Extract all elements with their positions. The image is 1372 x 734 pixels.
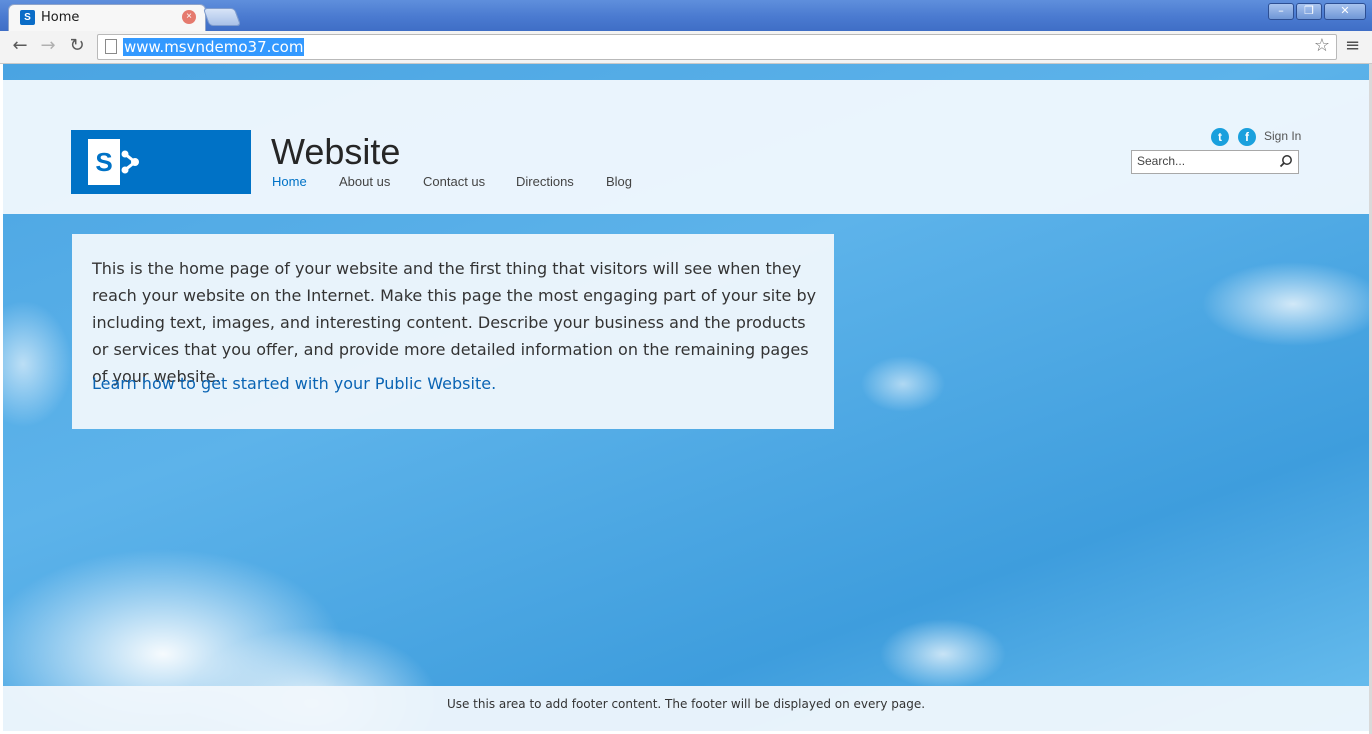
search-input[interactable] [1132,151,1277,171]
nav-blog[interactable]: Blog [606,174,632,189]
twitter-icon[interactable]: t [1211,128,1229,146]
sign-in-link[interactable]: Sign In [1264,129,1301,143]
address-bar[interactable]: www.msvndemo37.com ☆ [97,34,1337,60]
nav-contact-us[interactable]: Contact us [423,174,485,189]
back-button[interactable]: ← [9,35,31,57]
welcome-panel: This is the home page of your website an… [72,234,834,429]
sharepoint-graph-icon [121,150,139,174]
nav-about-us[interactable]: About us [339,174,390,189]
site-footer: Use this area to add footer content. The… [3,686,1369,731]
sharepoint-favicon-icon: S [20,10,35,25]
reload-button[interactable]: ↻ [66,35,88,57]
tab-title: Home [41,10,80,25]
search-box [1131,150,1299,174]
welcome-text: This is the home page of your website an… [92,259,817,386]
page-viewport: S Website Home About us Contact us Direc… [3,64,1369,731]
url-text[interactable]: www.msvndemo37.com [123,38,305,56]
forward-button[interactable]: → [37,35,59,57]
page-icon [105,39,117,54]
new-tab-button[interactable] [202,8,242,26]
window-controls: – ❐ ✕ [1268,3,1366,20]
hamburger-menu-icon[interactable]: ≡ [1345,35,1360,56]
site-logo[interactable]: S [71,130,251,194]
get-started-link[interactable]: Learn how to get started with your Publi… [92,374,496,393]
browser-tab[interactable]: S Home × [8,4,206,32]
restore-button[interactable]: ❐ [1296,3,1322,20]
minimize-button[interactable]: – [1268,3,1294,20]
footer-text: Use this area to add footer content. The… [446,697,926,711]
star-icon[interactable]: ☆ [1314,35,1330,56]
sharepoint-logo-icon: S [88,139,120,185]
nav-directions[interactable]: Directions [516,174,574,189]
tab-close-icon[interactable]: × [182,10,196,24]
facebook-icon[interactable]: f [1238,128,1256,146]
close-window-button[interactable]: ✕ [1324,3,1366,20]
reload-icon: ↻ [69,35,85,56]
browser-toolbar: ← → ↻ www.msvndemo37.com ☆ ≡ [0,31,1372,64]
arrow-right-icon: → [40,35,56,56]
search-icon[interactable] [1279,154,1293,168]
arrow-left-icon: ← [12,35,28,56]
site-title[interactable]: Website [271,131,400,173]
nav-home[interactable]: Home [272,174,307,189]
window-titlebar: S Home × – ❐ ✕ [0,0,1372,32]
